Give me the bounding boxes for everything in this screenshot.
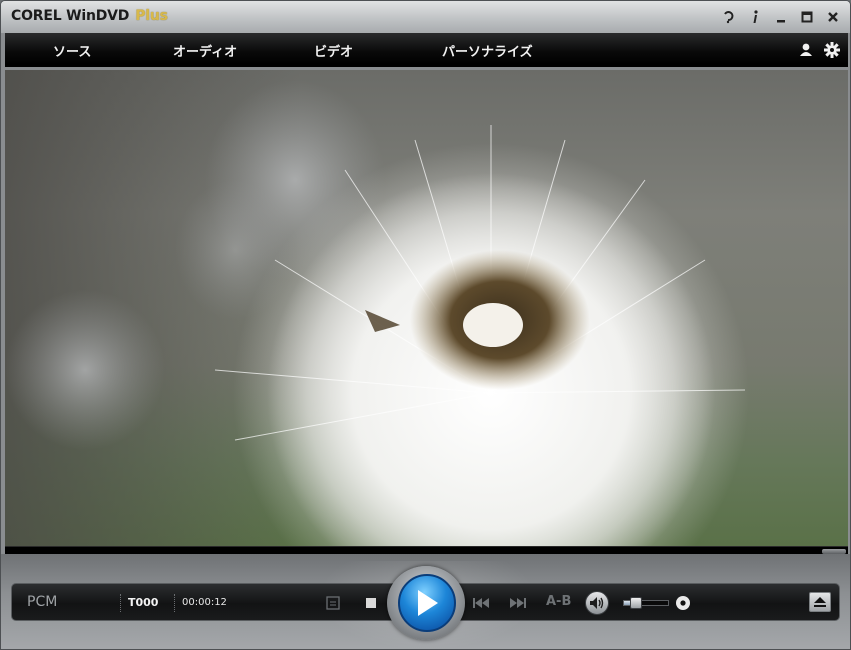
audio-format-label: PCM (27, 594, 58, 610)
volume-icon[interactable] (585, 591, 609, 615)
next-chapter-icon[interactable] (508, 593, 528, 613)
menu-video[interactable]: ビデオ (314, 41, 353, 60)
separator (120, 594, 121, 612)
title-number: T000 (128, 596, 159, 609)
ab-repeat-button[interactable]: A-B (546, 594, 571, 609)
record-icon[interactable] (673, 593, 693, 613)
volume-knob[interactable] (629, 597, 642, 609)
menu-source[interactable]: ソース (53, 41, 91, 60)
help-icon[interactable] (720, 8, 738, 26)
menu-bar: ソース オーディオ ビデオ パーソナライズ (5, 33, 848, 67)
play-icon[interactable] (398, 574, 456, 632)
eject-icon[interactable] (809, 592, 831, 612)
minimize-icon[interactable] (772, 8, 790, 26)
menu-audio[interactable]: オーディオ (173, 41, 237, 60)
seek-bar[interactable] (5, 546, 848, 554)
separator (174, 594, 175, 612)
window-controls (720, 8, 842, 26)
menu-personalize[interactable]: パーソナライズ (442, 41, 533, 60)
video-display[interactable] (5, 70, 848, 546)
close-icon[interactable] (824, 8, 842, 26)
app-title-main: COREL WinDVD (11, 8, 130, 24)
app-title-plus: Plus (135, 8, 168, 24)
settings-gear-icon[interactable] (823, 41, 841, 59)
title-bar[interactable]: COREL WinDVD Plus (1, 1, 850, 33)
info-icon[interactable] (746, 8, 764, 26)
dandelion-image (5, 70, 848, 546)
previous-chapter-icon[interactable] (471, 593, 491, 613)
volume-slider[interactable] (623, 597, 669, 609)
stop-icon[interactable] (361, 593, 381, 613)
elapsed-time: 00:00:12 (182, 597, 227, 608)
user-icon[interactable] (797, 41, 815, 59)
app-title: COREL WinDVD Plus (11, 8, 168, 24)
menu-button-icon[interactable] (323, 593, 343, 613)
app-window: COREL WinDVD Plus ソース オーディオ ビデオ パーソナライズ (0, 0, 851, 650)
maximize-icon[interactable] (798, 8, 816, 26)
